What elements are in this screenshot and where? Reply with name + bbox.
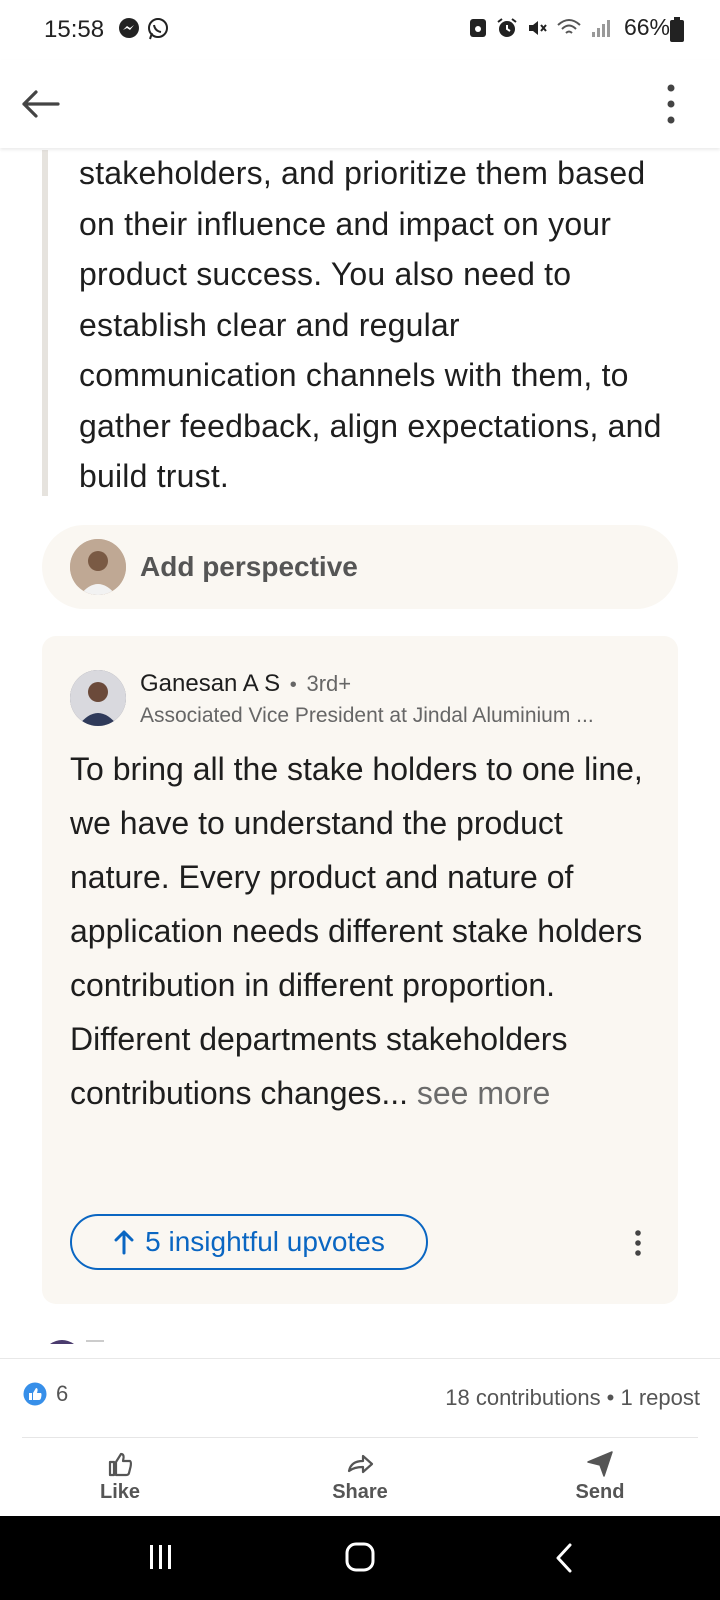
like-reaction-icon bbox=[22, 1381, 48, 1407]
contribution-text: To bring all the stake holders to one li… bbox=[70, 751, 643, 1111]
home-icon[interactable] bbox=[344, 1540, 376, 1574]
see-more-link[interactable]: see more bbox=[408, 1075, 550, 1111]
add-perspective-button[interactable]: Add perspective bbox=[42, 525, 678, 609]
lock-sync-icon bbox=[469, 18, 486, 37]
contribution-body: To bring all the stake holders to one li… bbox=[70, 742, 660, 1120]
back-nav-icon[interactable] bbox=[552, 1542, 576, 1574]
author-name[interactable]: Ganesan A S bbox=[140, 670, 280, 697]
send-icon bbox=[587, 1451, 613, 1477]
more-options-button[interactable] bbox=[656, 74, 686, 134]
quote-text: stakeholders, and prioritize them based … bbox=[79, 155, 662, 494]
author-photo-icon bbox=[70, 670, 126, 726]
more-vertical-icon bbox=[635, 1230, 641, 1256]
contribution-menu-button[interactable] bbox=[632, 1228, 644, 1258]
contribution-card: Ganesan A S • 3rd+ Associated Vice Presi… bbox=[42, 636, 678, 1304]
arrow-left-icon bbox=[22, 90, 60, 118]
send-button[interactable]: Send bbox=[540, 1449, 660, 1504]
contribution-stats[interactable]: 18 contributions • 1 repost bbox=[445, 1385, 700, 1411]
back-button[interactable] bbox=[18, 74, 78, 134]
wifi-icon bbox=[557, 18, 581, 34]
battery-icon bbox=[670, 17, 684, 42]
reaction-count: 6 bbox=[56, 1381, 69, 1406]
article-quote-block: stakeholders, and prioritize them based … bbox=[42, 150, 682, 496]
user-photo-icon bbox=[70, 539, 126, 595]
like-label: Like bbox=[99, 1481, 141, 1503]
messenger-icon bbox=[119, 18, 139, 38]
battery-percent: 66% bbox=[623, 14, 670, 40]
author-separator: • bbox=[289, 674, 297, 696]
author-line: Ganesan A S • 3rd+ bbox=[140, 670, 351, 698]
upvote-label: 5 insightful upvotes bbox=[145, 1226, 385, 1257]
insightful-upvote-button[interactable]: 5 insightful upvotes bbox=[70, 1214, 428, 1270]
send-label: Send bbox=[575, 1481, 625, 1503]
like-button[interactable]: Like bbox=[60, 1449, 180, 1504]
arrow-up-icon bbox=[114, 1230, 134, 1255]
status-time: 15:58 bbox=[44, 16, 105, 43]
app-bar bbox=[0, 60, 720, 148]
recent-apps-icon[interactable] bbox=[146, 1542, 176, 1572]
system-nav-bar bbox=[0, 1516, 720, 1600]
share-arrow-icon bbox=[347, 1454, 374, 1474]
reactions-summary[interactable]: 6 bbox=[22, 1381, 68, 1407]
thumbs-up-icon bbox=[108, 1452, 132, 1477]
author-headline: Associated Vice President at Jindal Alum… bbox=[140, 704, 594, 727]
signal-icon bbox=[591, 19, 610, 37]
mute-icon bbox=[528, 20, 547, 35]
share-label: Share bbox=[332, 1481, 388, 1503]
divider bbox=[22, 1437, 698, 1438]
next-item-avatar-peek bbox=[50, 1340, 104, 1344]
status-bar: 15:58 66% bbox=[0, 0, 720, 60]
my-avatar bbox=[70, 539, 126, 595]
whatsapp-icon bbox=[148, 18, 168, 40]
alarm-icon bbox=[497, 17, 517, 37]
add-perspective-label: Add perspective bbox=[140, 551, 358, 582]
engagement-bar: 6 18 contributions • 1 repost Like Share… bbox=[0, 1358, 720, 1516]
connection-degree: 3rd+ bbox=[306, 671, 352, 696]
share-button[interactable]: Share bbox=[300, 1449, 420, 1504]
more-vertical-icon bbox=[667, 84, 675, 124]
author-avatar[interactable] bbox=[70, 670, 126, 726]
